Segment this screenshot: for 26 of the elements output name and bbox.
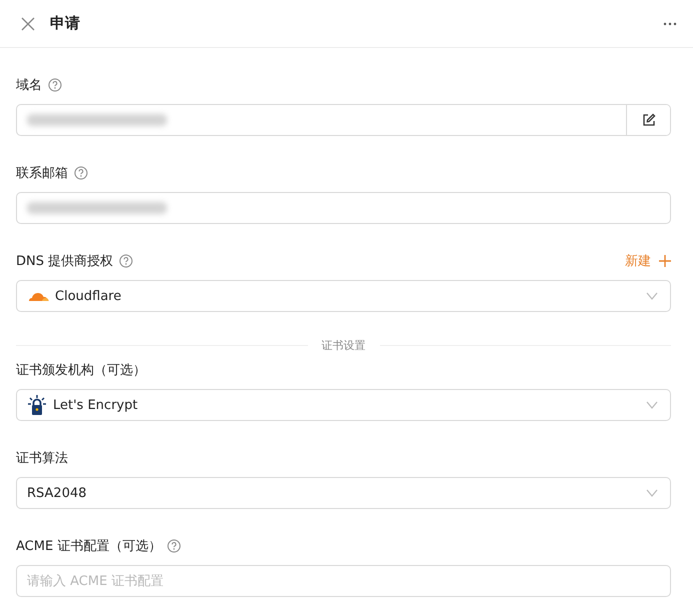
lock-beacon-icon <box>27 394 47 416</box>
field-label: 联系邮箱 <box>16 165 68 182</box>
field-label: ACME 证书配置（可选） <box>16 538 162 555</box>
chevron-down-icon <box>646 401 658 409</box>
select-field[interactable]: Let's Encrypt <box>16 389 671 421</box>
field-label: DNS 提供商授权 <box>16 253 114 270</box>
field-label: 域名 <box>16 77 42 94</box>
select-field[interactable]: Cloudflare <box>16 280 671 312</box>
panel-title: 申请 <box>50 14 81 33</box>
select-field[interactable]: RSA2048 <box>16 477 671 509</box>
section-title: 证书设置 <box>322 338 366 353</box>
field-label: 证书颁发机构（可选） <box>16 362 146 379</box>
field-label: 证书算法 <box>16 450 68 467</box>
help-icon[interactable] <box>48 78 62 92</box>
help-icon[interactable] <box>167 539 182 553</box>
edit-button[interactable] <box>626 105 670 135</box>
close-icon <box>20 16 36 32</box>
more-icon <box>663 22 677 26</box>
chevron-down-icon <box>646 292 658 300</box>
plus-icon <box>659 255 671 267</box>
input-field[interactable]: 请输入 ACME 证书配置 <box>17 566 670 596</box>
edit-icon <box>642 113 656 127</box>
help-icon[interactable] <box>74 166 88 180</box>
chevron-down-icon <box>646 489 658 497</box>
help-icon[interactable] <box>119 254 134 268</box>
cloud-icon <box>27 290 49 302</box>
